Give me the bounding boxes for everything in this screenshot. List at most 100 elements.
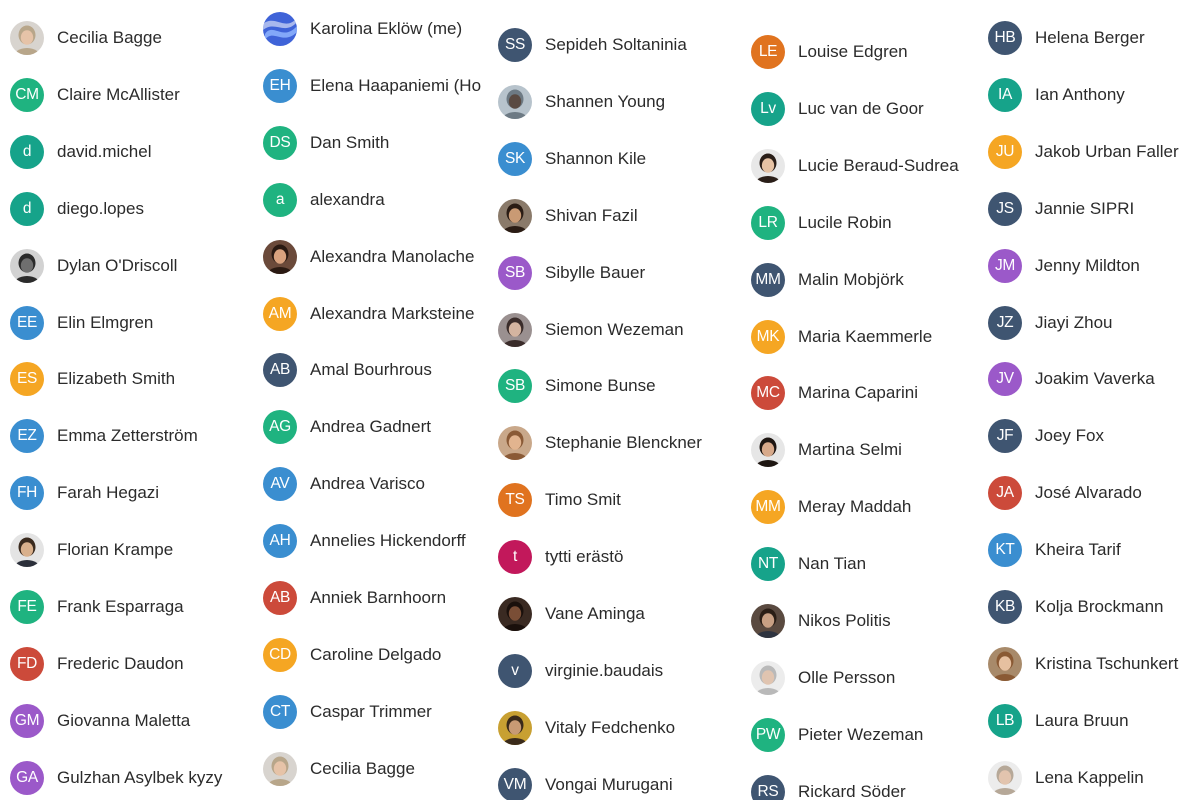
contact-item[interactable]: KB Kolja Brockmann: [988, 587, 1164, 627]
avatar-initials: ES: [10, 362, 44, 396]
contact-name: Shannon Kile: [545, 149, 647, 168]
contact-item[interactable]: EH Elena Haapaniemi (Ho: [263, 66, 481, 106]
contact-item[interactable]: Stephanie Blenckner: [498, 423, 702, 463]
avatar-initials: NT: [751, 547, 785, 581]
contact-item[interactable]: TS Timo Smit: [498, 480, 621, 520]
contact-item[interactable]: EZ Emma Zetterström: [10, 416, 198, 456]
contact-item[interactable]: Kristina Tschunkert: [988, 644, 1178, 684]
contact-name: Jiayi Zhou: [1035, 313, 1113, 332]
contact-item[interactable]: LB Laura Bruun: [988, 701, 1129, 741]
contact-item[interactable]: d david.michel: [10, 132, 152, 172]
contact-item[interactable]: JS Jannie SIPRI: [988, 189, 1134, 229]
contact-column: LE Louise Edgren Lv Luc van de Goor Lucie Be…: [751, 0, 979, 800]
contact-item[interactable]: GA Gulzhan Asylbek kyzy: [10, 758, 222, 798]
avatar-initials: GM: [10, 704, 44, 738]
contact-name: Jannie SIPRI: [1035, 199, 1135, 218]
contact-item[interactable]: Cecilia Bagge: [10, 18, 162, 58]
contact-item[interactable]: Nikos Politis: [751, 601, 891, 641]
contact-item[interactable]: a alexandra: [263, 180, 385, 220]
contact-item[interactable]: MC Marina Caparini: [751, 373, 918, 413]
contact-item[interactable]: v virginie.baudais: [498, 651, 663, 691]
person-photo-icon: [10, 533, 44, 567]
contact-item[interactable]: Dylan O'Driscoll: [10, 246, 177, 286]
contact-item[interactable]: Lucie Beraud-Sudrea: [751, 146, 959, 186]
contact-item[interactable]: Vitaly Fedchenko: [498, 708, 675, 748]
contact-item[interactable]: RS Rickard Söder: [751, 772, 906, 800]
avatar-initials: d: [10, 135, 44, 169]
contact-item[interactable]: SS Sepideh Soltaninia: [498, 25, 687, 65]
avatar-initials: d: [10, 192, 44, 226]
contact-item[interactable]: SK Shannon Kile: [498, 139, 646, 179]
contact-item[interactable]: Vane Aminga: [498, 594, 645, 634]
contact-item[interactable]: DS Dan Smith: [263, 123, 389, 163]
contact-item[interactable]: AV Andrea Varisco: [263, 464, 425, 504]
contact-column: SS Sepideh Soltaninia Shannen Young SK Shann…: [498, 0, 738, 800]
contact-item[interactable]: JV Joakim Vaverka: [988, 359, 1155, 399]
contact-item[interactable]: Cecilia Bagge: [263, 749, 415, 789]
contact-item[interactable]: Shannen Young: [498, 82, 665, 122]
contact-item[interactable]: d diego.lopes: [10, 189, 144, 229]
contact-name: Timo Smit: [545, 490, 621, 509]
contact-item[interactable]: IA Ian Anthony: [988, 75, 1125, 115]
contact-item[interactable]: Shivan Fazil: [498, 196, 638, 236]
contact-item[interactable]: Martina Selmi: [751, 430, 902, 470]
person-photo-icon: [10, 249, 44, 283]
contact-item[interactable]: CT Caspar Trimmer: [263, 692, 432, 732]
contact-item[interactable]: AG Andrea Gadnert: [263, 407, 431, 447]
contact-item[interactable]: EE Elin Elmgren: [10, 303, 153, 343]
contact-item[interactable]: JF Joey Fox: [988, 416, 1104, 456]
contact-name: Olle Persson: [798, 668, 896, 687]
avatar-initials: LB: [988, 704, 1022, 738]
contact-column: Karolina Eklöw (me) EH Elena Haapaniemi (H…: [263, 0, 485, 800]
contact-item[interactable]: ES Elizabeth Smith: [10, 359, 175, 399]
contact-name: Frank Esparraga: [57, 597, 184, 616]
contact-name: Nan Tian: [798, 554, 867, 573]
contact-item[interactable]: MM Malin Mobjörk: [751, 260, 904, 300]
contact-item[interactable]: FD Frederic Daudon: [10, 644, 184, 684]
contact-item[interactable]: VM Vongai Murugani: [498, 765, 673, 800]
avatar-initials: DS: [263, 126, 297, 160]
contact-item[interactable]: JM Jenny Mildton: [988, 246, 1140, 286]
contact-item[interactable]: GM Giovanna Maletta: [10, 701, 190, 741]
avatar-initials: SS: [498, 28, 532, 62]
contact-item[interactable]: FE Frank Esparraga: [10, 587, 184, 627]
contact-item[interactable]: MM Meray Maddah: [751, 487, 911, 527]
contact-item[interactable]: JU Jakob Urban Faller: [988, 132, 1179, 172]
contact-item[interactable]: Alexandra Manolache: [263, 237, 474, 277]
contact-item[interactable]: Lv Luc van de Goor: [751, 89, 924, 129]
contact-item[interactable]: t tytti erästö: [498, 537, 623, 577]
person-photo-icon: [751, 661, 785, 695]
contact-item[interactable]: NT Nan Tian: [751, 544, 866, 584]
contact-item[interactable]: CM Claire McAllister: [10, 75, 180, 115]
contact-item[interactable]: LE Louise Edgren: [751, 32, 908, 72]
contact-item[interactable]: FH Farah Hegazi: [10, 473, 159, 513]
contact-item[interactable]: JA José Alvarado: [988, 473, 1142, 513]
contact-item[interactable]: MK Maria Kaemmerle: [751, 317, 932, 357]
avatar-initials: v: [498, 654, 532, 688]
contact-item[interactable]: Siemon Wezeman: [498, 310, 684, 350]
contact-item[interactable]: AM Alexandra Marksteine: [263, 294, 474, 334]
contact-item[interactable]: Lena Kappelin: [988, 758, 1144, 798]
contact-item[interactable]: Olle Persson: [751, 658, 895, 698]
contact-item[interactable]: SB Sibylle Bauer: [498, 253, 645, 293]
contact-item[interactable]: Karolina Eklöw (me): [263, 9, 462, 49]
contact-item[interactable]: AB Anniek Barnhoorn: [263, 578, 446, 618]
contact-item[interactable]: SB Simone Bunse: [498, 366, 656, 406]
contact-item[interactable]: LR Lucile Robin: [751, 203, 892, 243]
contact-name: Laura Bruun: [1035, 711, 1129, 730]
contact-name: alexandra: [310, 190, 385, 209]
contact-item[interactable]: HB Helena Berger: [988, 18, 1145, 58]
contact-item[interactable]: AB Amal Bourhrous: [263, 350, 432, 390]
contact-item[interactable]: KT Kheira Tarif: [988, 530, 1121, 570]
contact-item[interactable]: Florian Krampe: [10, 530, 173, 570]
person-photo-icon: [498, 597, 532, 631]
contact-item[interactable]: CD Caroline Delgado: [263, 635, 441, 675]
contact-name: Caspar Trimmer: [310, 702, 432, 721]
avatar-initials: CT: [263, 695, 297, 729]
avatar-initials: MM: [751, 490, 785, 524]
contact-item[interactable]: PW Pieter Wezeman: [751, 715, 923, 755]
contact-item[interactable]: JZ Jiayi Zhou: [988, 303, 1112, 343]
contact-name: Kolja Brockmann: [1035, 597, 1164, 616]
avatar-initials: IA: [988, 78, 1022, 112]
contact-item[interactable]: AH Annelies Hickendorff: [263, 521, 466, 561]
